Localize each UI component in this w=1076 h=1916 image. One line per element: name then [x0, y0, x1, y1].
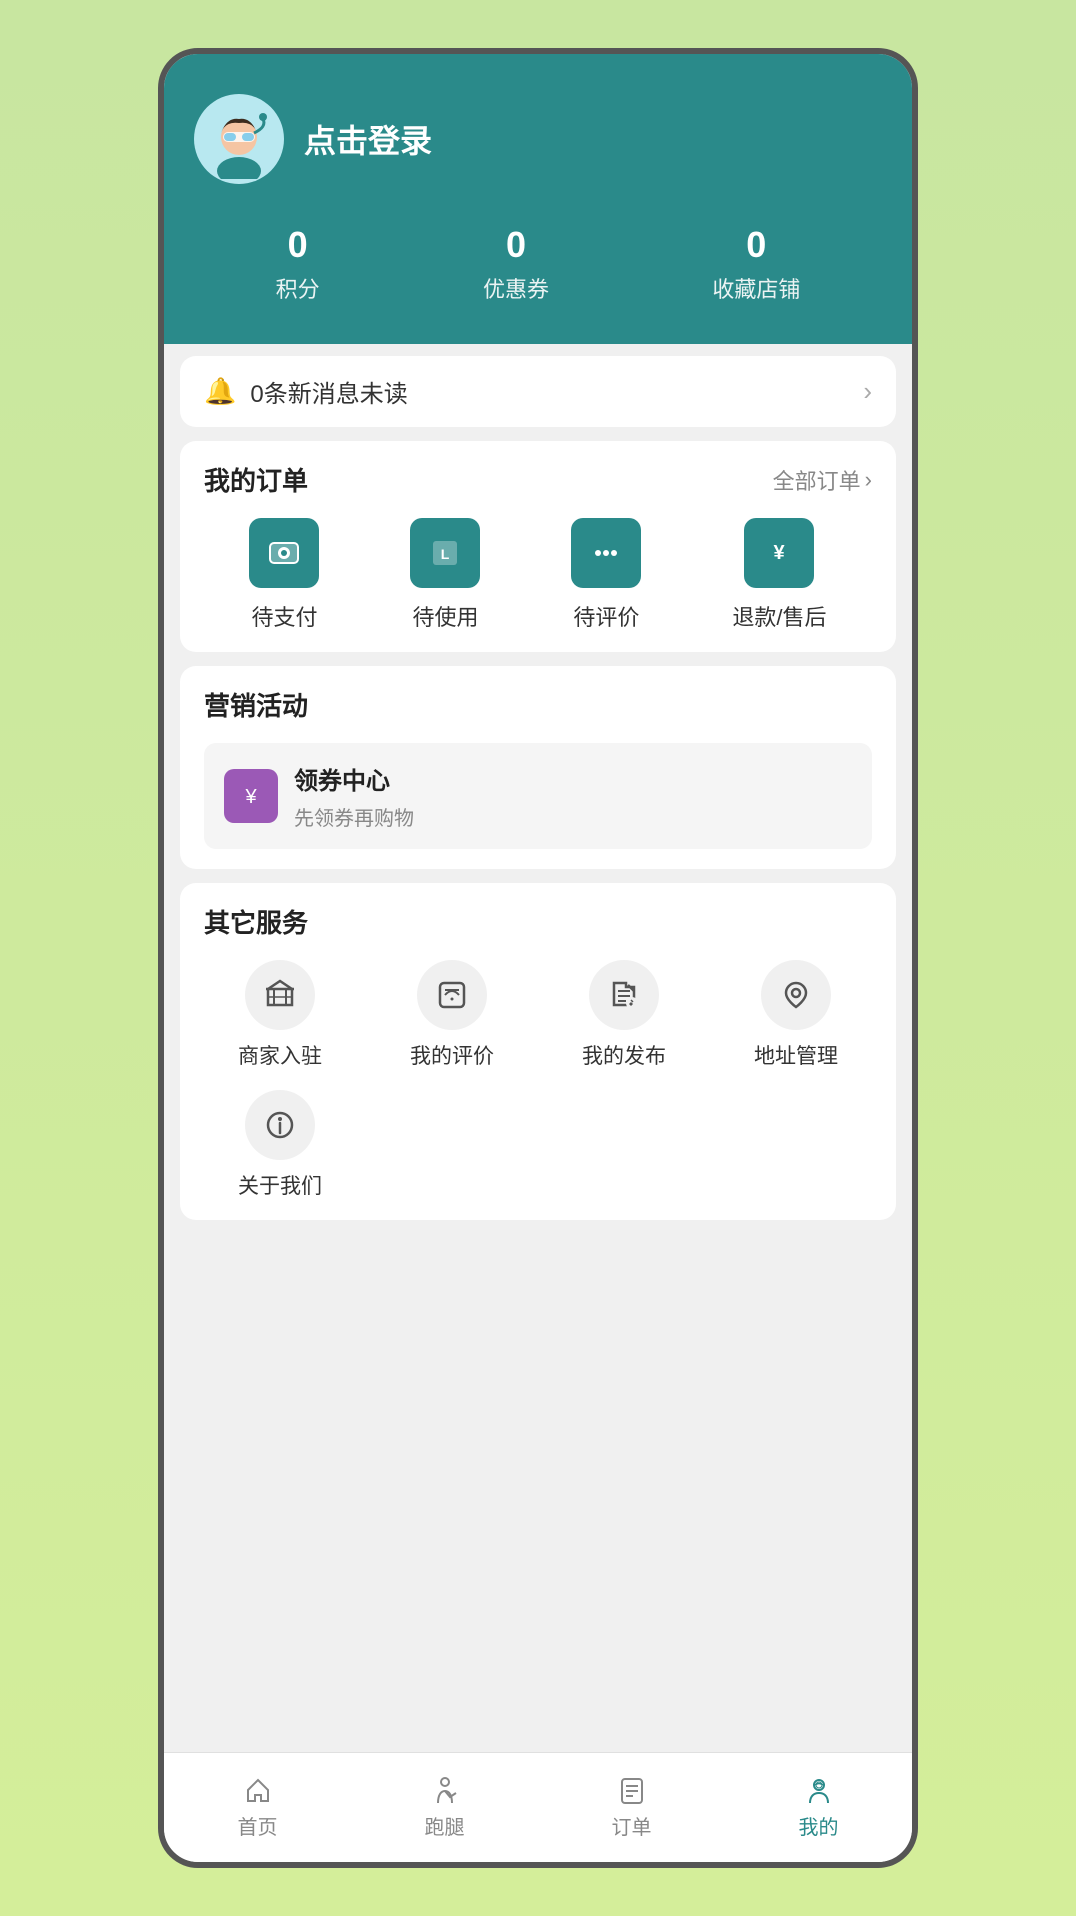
pending-pay-icon [249, 518, 319, 588]
merchant-label: 商家入驻 [238, 1040, 322, 1070]
orders-title: 我的订单 [204, 461, 308, 498]
other-services-card: 其它服务 商家入驻 [180, 883, 896, 1220]
service-item-address[interactable]: 地址管理 [720, 960, 872, 1070]
pending-use-icon: L [410, 518, 480, 588]
merchant-icon [245, 960, 315, 1030]
about-icon [245, 1090, 315, 1160]
order-item-pending-use[interactable]: L 待使用 [410, 518, 480, 632]
services-header: 其它服务 [204, 903, 872, 940]
service-item-about[interactable]: 关于我们 [204, 1090, 356, 1200]
chevron-right-icon: › [863, 376, 872, 407]
stat-number-points: 0 [276, 224, 320, 266]
svg-text:L: L [441, 546, 450, 562]
notification-card[interactable]: 🔔 0条新消息未读 › [180, 356, 896, 427]
mine-icon [804, 1775, 834, 1805]
profile-row[interactable]: 点击登录 [194, 94, 882, 184]
service-item-review[interactable]: 我的评价 [376, 960, 528, 1070]
stat-number-coupons: 0 [483, 224, 549, 266]
notif-left: 🔔 0条新消息未读 [204, 374, 408, 409]
notification-text: 0条新消息未读 [250, 374, 407, 409]
stat-item-favorites[interactable]: 0 收藏店铺 [712, 224, 800, 304]
posts-label: 我的发布 [582, 1040, 666, 1070]
nav-label-mine: 我的 [799, 1811, 839, 1840]
pending-use-label: 待使用 [412, 600, 478, 632]
order-item-pending-review[interactable]: 待评价 [571, 518, 641, 632]
header: 点击登录 0 积分 0 优惠券 0 收藏店铺 [164, 54, 912, 344]
all-orders-text: 全部订单 [773, 464, 861, 496]
login-text: 点击登录 [304, 116, 432, 162]
nav-item-home[interactable]: 首页 [164, 1753, 351, 1862]
stat-label-favorites: 收藏店铺 [712, 277, 800, 302]
nav-item-mine[interactable]: 我的 [725, 1753, 912, 1862]
service-item-merchant[interactable]: 商家入驻 [204, 960, 356, 1070]
svg-text:¥: ¥ [244, 786, 257, 808]
nav-item-orders[interactable]: 订单 [538, 1753, 725, 1862]
services-title: 其它服务 [204, 903, 308, 940]
nav-item-errand[interactable]: 跑腿 [351, 1753, 538, 1862]
address-label: 地址管理 [754, 1040, 838, 1070]
home-icon [243, 1775, 273, 1805]
orders-chevron-icon: › [865, 467, 872, 493]
content-area: 🔔 0条新消息未读 › 我的订单 全部订单 › [164, 344, 912, 1752]
pending-review-label: 待评价 [573, 600, 639, 632]
nav-label-home: 首页 [238, 1811, 278, 1840]
address-icon [761, 960, 831, 1030]
svg-text:¥: ¥ [774, 542, 786, 564]
posts-icon [589, 960, 659, 1030]
nav-label-errand: 跑腿 [425, 1811, 465, 1840]
marketing-card: 营销活动 ¥ 领券中心 先领券再购物 [180, 666, 896, 869]
service-item-posts[interactable]: 我的发布 [548, 960, 700, 1070]
orders-card: 我的订单 全部订单 › 待支付 [180, 441, 896, 652]
orders-icon [617, 1775, 647, 1805]
stat-label-points: 积分 [276, 277, 320, 302]
marketing-header: 营销活动 [204, 686, 872, 723]
refund-label: 退款/售后 [732, 600, 826, 632]
coupon-center-item[interactable]: ¥ 领券中心 先领券再购物 [204, 743, 872, 849]
errand-icon [430, 1775, 460, 1805]
orders-header: 我的订单 全部订单 › [204, 461, 872, 498]
order-item-refund[interactable]: ¥ 退款/售后 [732, 518, 826, 632]
coupon-icon: ¥ [224, 769, 278, 823]
coupon-center-subtitle: 先领券再购物 [294, 802, 414, 831]
pending-pay-label: 待支付 [251, 600, 317, 632]
stat-label-coupons: 优惠券 [483, 277, 549, 302]
stat-item-points[interactable]: 0 积分 [276, 224, 320, 304]
review-icon [417, 960, 487, 1030]
stat-number-favorites: 0 [712, 224, 800, 266]
pending-review-icon [571, 518, 641, 588]
phone-frame: 点击登录 0 积分 0 优惠券 0 收藏店铺 🔔 0条新消息未读 › [158, 48, 918, 1868]
stat-item-coupons[interactable]: 0 优惠券 [483, 224, 549, 304]
bell-icon: 🔔 [204, 376, 236, 407]
review-label: 我的评价 [410, 1040, 494, 1070]
bottom-nav: 首页 跑腿 订单 我的 [164, 1752, 912, 1862]
nav-label-orders: 订单 [612, 1811, 652, 1840]
avatar[interactable] [194, 94, 284, 184]
services-grid: 商家入驻 我的评价 [204, 960, 872, 1200]
coupon-info: 领券中心 先领券再购物 [294, 761, 414, 831]
marketing-title: 营销活动 [204, 686, 308, 723]
stats-row: 0 积分 0 优惠券 0 收藏店铺 [194, 214, 882, 314]
order-item-pending-pay[interactable]: 待支付 [249, 518, 319, 632]
about-label: 关于我们 [238, 1170, 322, 1200]
orders-icons-row: 待支付 L 待使用 [204, 518, 872, 632]
coupon-center-title: 领券中心 [294, 761, 414, 796]
all-orders-link[interactable]: 全部订单 › [773, 464, 872, 496]
refund-icon: ¥ [744, 518, 814, 588]
